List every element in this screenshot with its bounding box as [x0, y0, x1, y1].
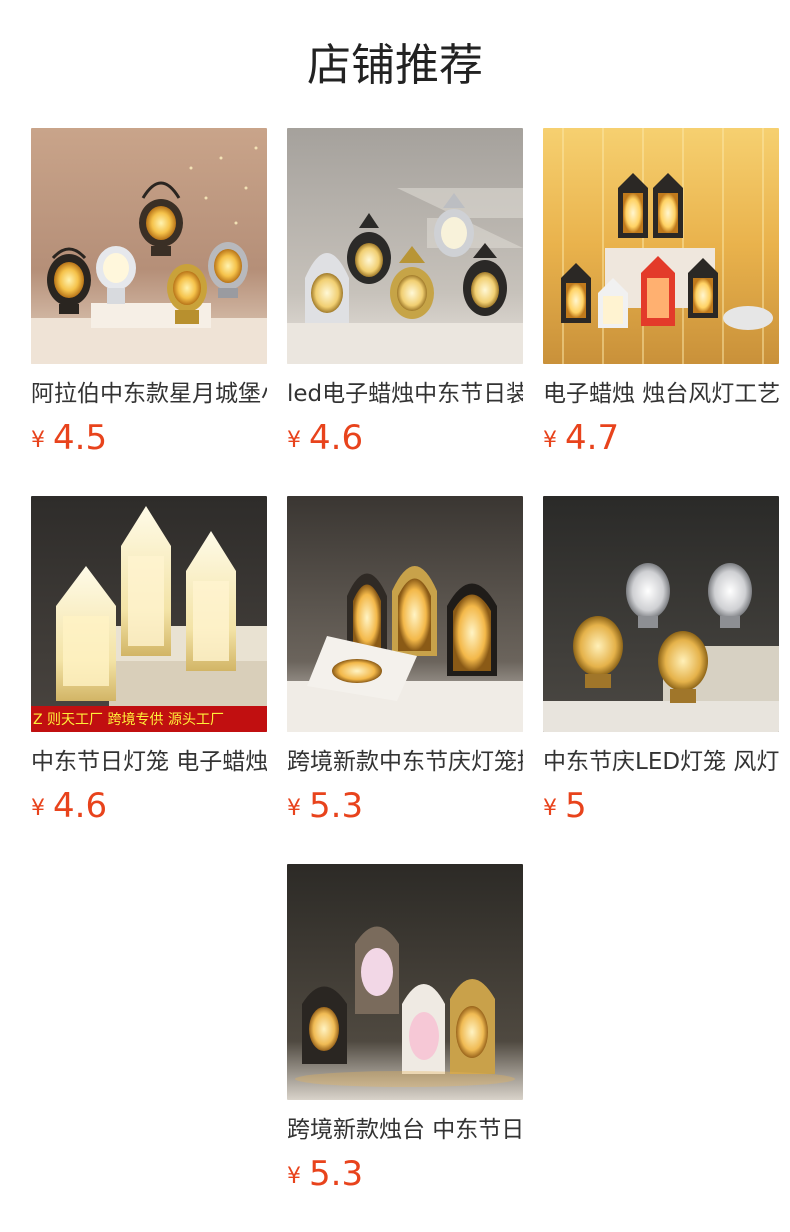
price-value: 4.6 [309, 418, 364, 458]
product-price: ¥5.3 [287, 786, 523, 832]
product-image[interactable] [287, 864, 523, 1100]
product-name[interactable]: 跨境新款中东节庆灯笼摆件 [287, 746, 523, 778]
product-card[interactable]: 跨境新款中东节庆灯笼摆件 ¥5.3 [287, 496, 523, 832]
price-value: 5 [565, 786, 587, 826]
product-card[interactable]: 中东节庆LED灯笼 风灯摆件 ¥5 [543, 496, 779, 832]
watermark-banner: Z 则天工厂 跨境专供 源头工厂 [33, 712, 224, 728]
product-price: ¥4.6 [31, 786, 267, 832]
product-image[interactable] [543, 128, 779, 364]
product-image[interactable] [287, 496, 523, 732]
product-card[interactable]: led电子蜡烛中东节日装饰灯 ¥4.6 [287, 128, 523, 464]
currency-symbol: ¥ [543, 796, 557, 821]
product-name[interactable]: led电子蜡烛中东节日装饰灯 [287, 378, 523, 410]
product-name[interactable]: 中东节日灯笼 电子蜡烛装饰 [31, 746, 267, 778]
product-name[interactable]: 跨境新款烛台 中东节日灯笼 [287, 1114, 523, 1146]
product-image[interactable] [287, 128, 523, 364]
currency-symbol: ¥ [31, 428, 45, 453]
product-price: ¥4.5 [31, 418, 267, 464]
currency-symbol: ¥ [287, 428, 301, 453]
product-name[interactable]: 电子蜡烛 烛台风灯工艺品摆件 [543, 378, 779, 410]
currency-symbol: ¥ [31, 796, 45, 821]
product-card[interactable]: 阿拉伯中东款星月城堡小风灯 ¥4.5 [31, 128, 267, 464]
product-card[interactable]: 电子蜡烛 烛台风灯工艺品摆件 ¥4.7 [543, 128, 779, 464]
page-title: 店铺推荐 [307, 40, 483, 91]
product-image[interactable]: Z 则天工厂 跨境专供 源头工厂 [31, 496, 267, 732]
product-image[interactable] [543, 496, 779, 732]
currency-symbol: ¥ [287, 1164, 301, 1189]
product-name[interactable]: 中东节庆LED灯笼 风灯摆件 [543, 746, 779, 778]
product-price: ¥4.7 [543, 418, 779, 464]
product-price: ¥5.3 [287, 1154, 523, 1200]
currency-symbol: ¥ [543, 428, 557, 453]
product-name[interactable]: 阿拉伯中东款星月城堡小风灯 [31, 378, 267, 410]
price-value: 4.5 [53, 418, 108, 458]
currency-symbol: ¥ [287, 796, 301, 821]
price-value: 4.6 [53, 786, 108, 826]
product-price: ¥5 [543, 786, 779, 832]
price-value: 5.3 [309, 786, 364, 826]
product-card[interactable]: Z 则天工厂 跨境专供 源头工厂 中东节日灯笼 电子蜡烛装饰 ¥4.6 [31, 496, 267, 832]
price-value: 4.7 [565, 418, 620, 458]
price-value: 5.3 [309, 1154, 364, 1194]
product-price: ¥4.6 [287, 418, 523, 464]
product-card[interactable]: 跨境新款烛台 中东节日灯笼 ¥5.3 [287, 864, 523, 1200]
product-image[interactable] [31, 128, 267, 364]
